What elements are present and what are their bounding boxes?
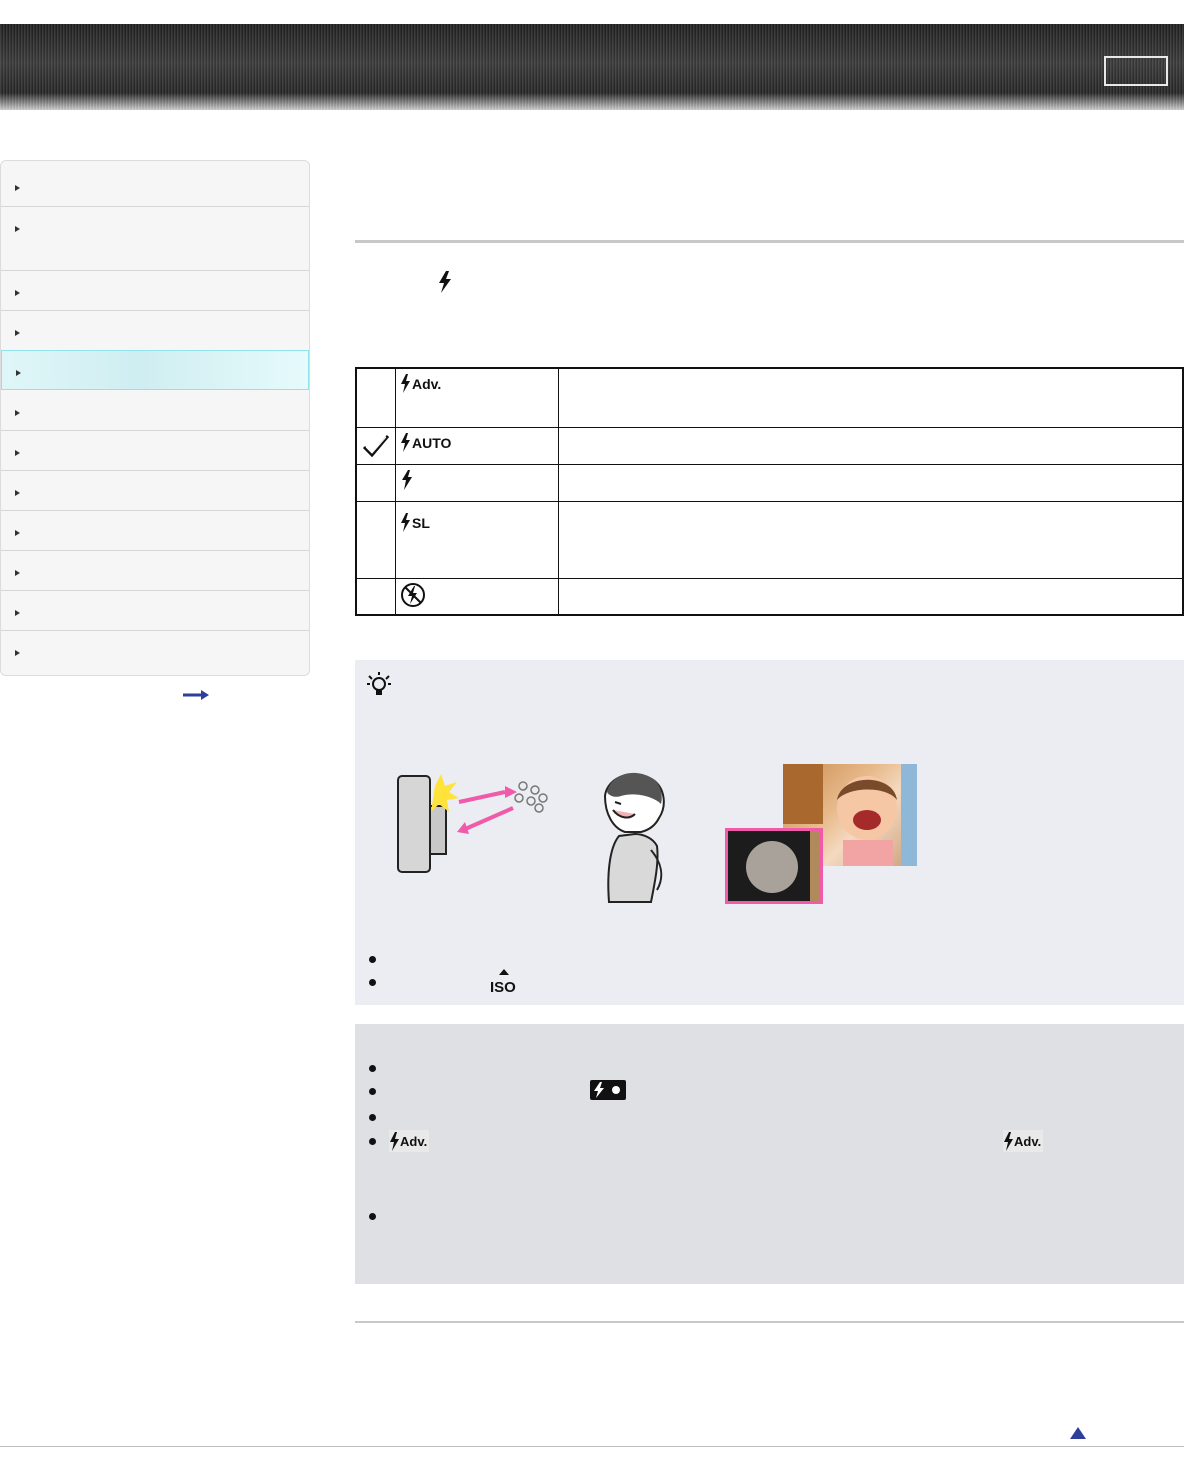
bullet: [369, 979, 376, 986]
hint-box: ISO: [355, 660, 1184, 1005]
table-row: [355, 577, 1184, 616]
select-cell: [355, 500, 396, 579]
mode-label: AUTO: [412, 435, 452, 451]
page-top-icon[interactable]: [1070, 1427, 1086, 1439]
child-illustration: [603, 772, 665, 903]
bullet: [369, 1138, 376, 1145]
bullet: [369, 1088, 376, 1095]
sidebar-item-8[interactable]: [1, 471, 309, 511]
content-divider: [355, 1321, 1184, 1323]
flash-charging-badge: [590, 1080, 626, 1100]
mode-description-cell: [558, 500, 1184, 579]
chevron-right-icon: [15, 490, 20, 496]
flash-auto-icon: AUTO: [401, 432, 452, 452]
mode-label: Adv.: [412, 376, 441, 392]
flash-icon: [439, 271, 451, 293]
sidebar-item-5-active[interactable]: [1, 350, 309, 390]
sidebar-nav: [0, 160, 310, 676]
title-divider: [355, 240, 1184, 243]
header-button[interactable]: [1104, 56, 1168, 86]
select-cell: [355, 577, 396, 616]
bullet: [369, 1065, 376, 1072]
select-cell: [355, 426, 396, 465]
chevron-right-icon: [15, 610, 20, 616]
mode-label: Adv.: [1014, 1134, 1041, 1149]
chevron-right-icon: [15, 570, 20, 576]
flash-on-icon: [402, 469, 412, 490]
mode-description-cell: [558, 463, 1184, 502]
flash-adv-icon: Adv.: [389, 1130, 429, 1152]
mode-label: Adv.: [400, 1134, 427, 1149]
sidebar-item-3[interactable]: [1, 271, 309, 311]
mode-icon-cell: [395, 463, 559, 502]
iso-auto-icon: ISO: [490, 969, 516, 994]
sidebar-item-12[interactable]: [1, 631, 309, 675]
select-cell: [355, 367, 396, 428]
chevron-right-icon: [15, 530, 20, 536]
mode-description-cell: [558, 577, 1184, 616]
mode-description-cell: [558, 367, 1184, 428]
chevron-right-icon: [15, 185, 20, 191]
bullet: [369, 956, 376, 963]
iso-label: ISO: [490, 979, 516, 994]
bullet: [369, 1213, 376, 1220]
flash-charging-icon: [594, 1082, 620, 1098]
table-row: [355, 463, 1184, 502]
chevron-right-icon: [16, 370, 21, 376]
flash-off-icon: [401, 582, 425, 607]
chevron-right-icon: [15, 450, 20, 456]
sidebar-item-1[interactable]: [1, 161, 309, 207]
note-box: Adv. Adv.: [355, 1024, 1184, 1284]
right-arrow-icon[interactable]: [183, 690, 209, 700]
sidebar-item-6[interactable]: [1, 391, 309, 431]
mode-icon-cell: [395, 577, 559, 616]
table-row: Adv.: [355, 367, 1184, 428]
orb-closeup-inset: [725, 828, 823, 904]
mode-icon-cell: SL: [395, 500, 559, 579]
mode-description-cell: [558, 426, 1184, 465]
flash-mode-table: Adv. AUTO SL: [355, 367, 1184, 616]
mode-icon-cell: Adv.: [395, 367, 559, 428]
chevron-right-icon: [15, 410, 20, 416]
sidebar-item-7[interactable]: [1, 431, 309, 471]
select-cell: [355, 463, 396, 502]
checkmark-icon: [362, 434, 390, 457]
chevron-right-icon: [15, 226, 20, 232]
bullet: [369, 1114, 376, 1121]
flash-reflection-illustration: [397, 774, 548, 873]
table-row: SL: [355, 500, 1184, 579]
mode-label: SL: [412, 515, 430, 531]
table-row: AUTO: [355, 426, 1184, 465]
header-bar: [0, 24, 1184, 110]
orb-closeup-image: [746, 831, 820, 901]
mode-icon-cell: AUTO: [395, 426, 559, 465]
chevron-right-icon: [15, 330, 20, 336]
lightbulb-hint-icon: [367, 672, 391, 695]
flash-slow-sync-icon: SL: [401, 512, 430, 532]
chevron-right-icon: [15, 650, 20, 656]
flash-adv-icon: Adv.: [1003, 1130, 1043, 1152]
sidebar-item-2[interactable]: [1, 207, 309, 271]
sidebar-item-4[interactable]: [1, 311, 309, 351]
flash-adv-icon: Adv.: [401, 374, 441, 393]
footer-divider: [0, 1446, 1184, 1447]
sidebar-item-11[interactable]: [1, 591, 309, 631]
sidebar-item-9[interactable]: [1, 511, 309, 551]
sidebar-item-10[interactable]: [1, 551, 309, 591]
chevron-right-icon: [15, 290, 20, 296]
